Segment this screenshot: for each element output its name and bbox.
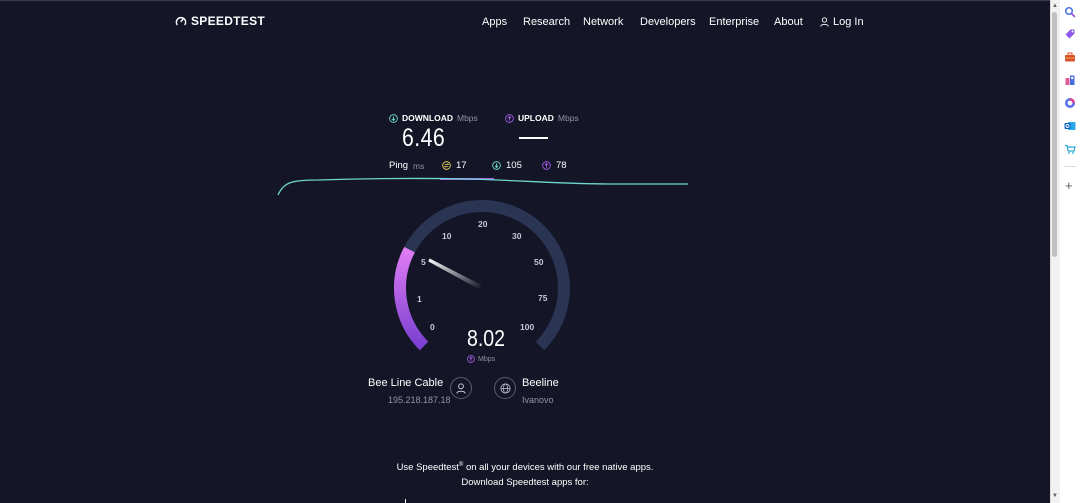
login-label: Log In [833,16,864,28]
gauge-current-value: 8.02 [467,325,506,351]
gauge-tick-5: 5 [421,257,426,267]
text-cursor [405,499,406,503]
tag-icon[interactable] [1064,28,1076,40]
isp-ip: 195.218.187.18 [388,395,451,405]
scrollbar-thumb[interactable] [1052,12,1057,257]
window-top-border [0,0,1050,1]
gauge-unit: Mbps [478,355,496,363]
gauge-unit-group: Mbps [467,355,495,363]
nav-enterprise[interactable]: Enterprise [709,16,759,28]
nav-apps[interactable]: Apps [482,16,507,28]
logo-text: SPEEDTEST [191,14,266,28]
download-value: 6.46 [402,124,446,152]
upload-arrow-icon [505,113,514,123]
speedometer-logo-icon [175,17,187,26]
sidebar-separator [1064,166,1076,167]
search-icon[interactable] [1064,6,1076,18]
gauge-tick-0: 0 [430,322,435,332]
isp-user-button[interactable] [450,377,472,399]
gauge-tick-50: 50 [534,257,544,267]
scroll-down-arrow-icon[interactable]: ▼ [1052,493,1058,499]
download-label: DOWNLOAD [402,113,453,123]
gauge-tick-30: 30 [512,231,522,241]
nav-network[interactable]: Network [583,16,623,28]
user-icon [456,382,466,394]
download-unit: Mbps [457,113,478,123]
speed-trace-graph [277,177,688,196]
download-arrow-icon [389,113,398,123]
gauge-tick-100: 100 [520,322,535,332]
globe-icon [500,383,510,393]
gauge-tick-10: 10 [442,231,452,241]
scroll-up-arrow-icon[interactable]: ▲ [1052,3,1058,9]
office-icon[interactable] [1064,97,1076,109]
server-globe-button[interactable] [494,377,516,399]
promo-line-2: Download Speedtest apps for: [461,477,589,488]
upload-pending-dash [519,137,548,139]
upload-unit: Mbps [557,113,579,123]
server-city: Ivanovo [522,395,554,405]
download-header: DOWNLOAD Mbps [389,113,478,123]
nav-developers[interactable]: Developers [640,16,696,28]
user-icon [820,17,829,27]
gauge-tick-20: 20 [478,219,488,229]
nav-about[interactable]: About [774,16,803,28]
gauge-tick-75: 75 [538,293,548,303]
shopping-icon[interactable] [1064,143,1076,155]
gauge-needle [428,258,482,290]
upload-label: UPLOAD [518,113,554,123]
games-icon[interactable] [1064,74,1076,86]
promo-prefix: Use Speedtest [396,462,459,474]
promo-line-1: Use Speedtest® on all your devices with … [0,462,1050,473]
toolbox-icon[interactable] [1064,51,1076,63]
login-link[interactable]: Log In [820,16,864,28]
gauge-tick-1: 1 [417,294,422,304]
isp-name: Bee Line Cable [368,377,444,389]
nav-research[interactable]: Research [523,16,570,28]
speedtest-logo[interactable]: SPEEDTEST [175,14,265,28]
upload-header: UPLOAD Mbps [505,113,579,123]
promo-suffix: on all your devices with our free native… [463,462,654,474]
add-icon[interactable]: + [1065,178,1073,193]
gauge-upload-icon [467,355,475,363]
outlook-icon[interactable] [1064,120,1076,132]
server-name[interactable]: Beeline [522,377,559,389]
